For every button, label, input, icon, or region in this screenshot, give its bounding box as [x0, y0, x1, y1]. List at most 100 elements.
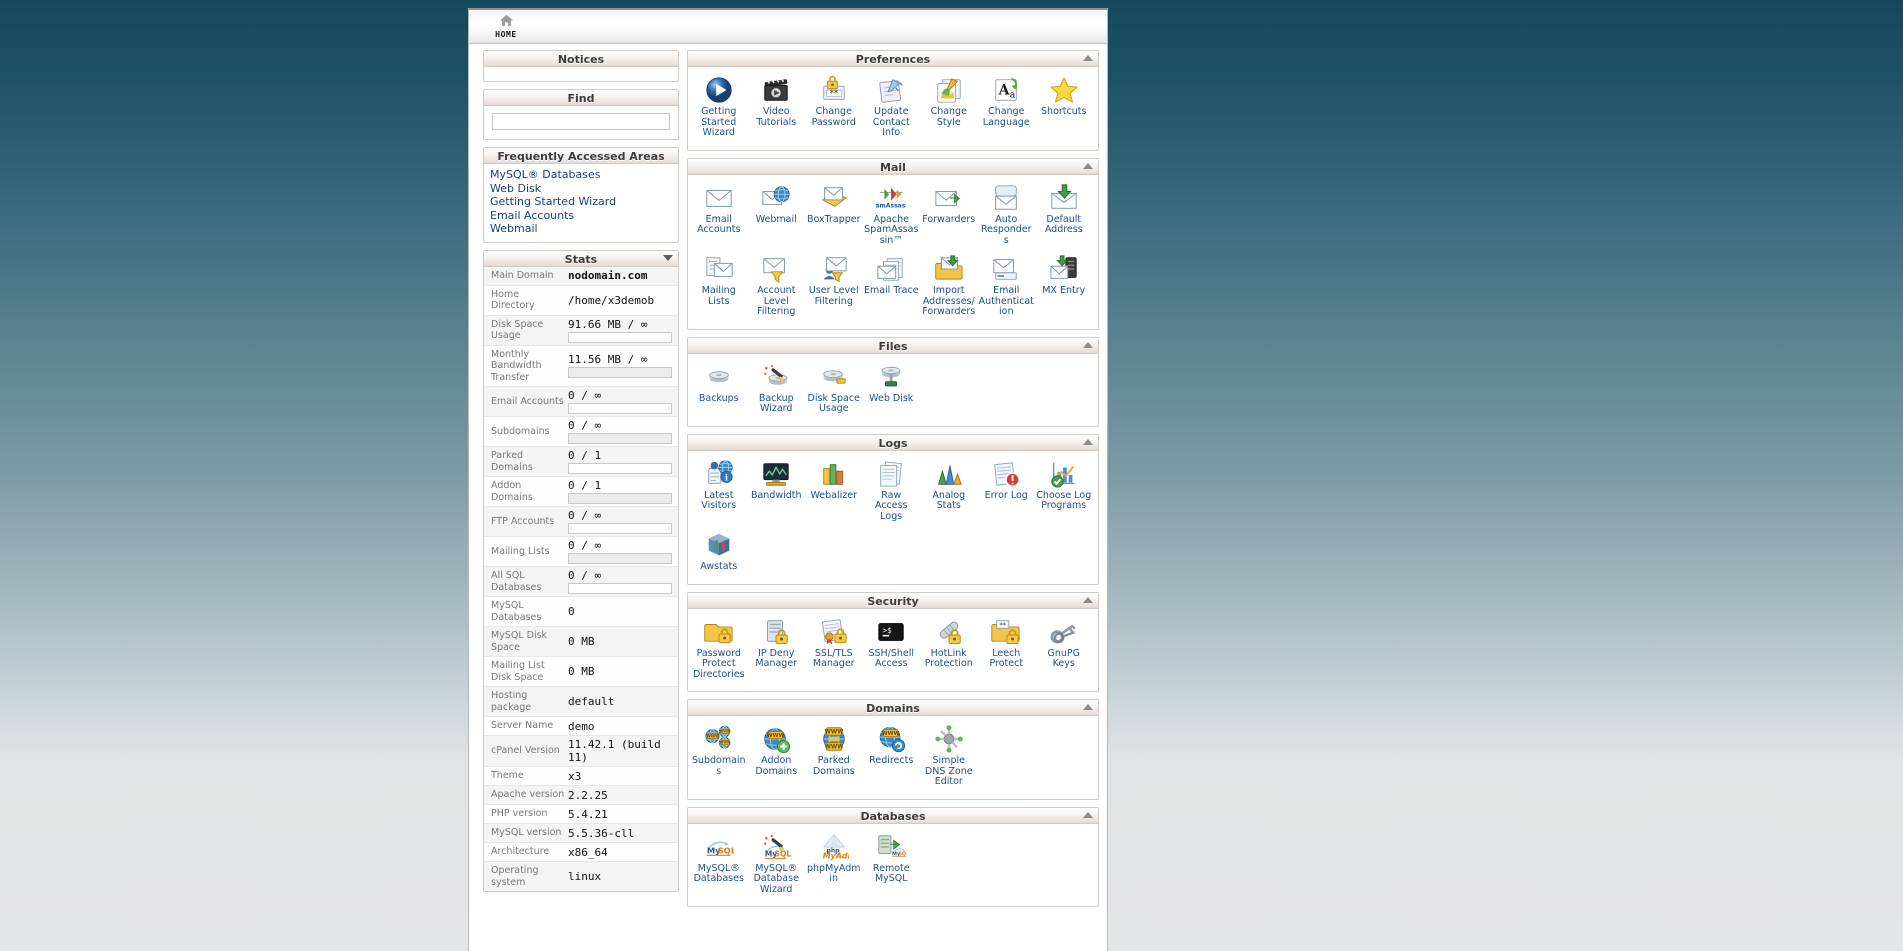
stats-row: Addon Domains 0 / 1	[484, 477, 678, 507]
feature-tile[interactable]: WWW WWW WWW Subdomains	[690, 721, 748, 793]
feature-tile-label: Backups	[698, 392, 739, 404]
feature-tile[interactable]: SpamAssassin Apache SpamAssassin™	[863, 180, 921, 252]
section-collapse-toggle[interactable]	[1083, 341, 1093, 348]
feature-tile[interactable]: Choose Log Programs	[1035, 456, 1093, 528]
document-stack-icon	[864, 459, 920, 489]
stats-collapse-toggle[interactable]	[663, 254, 673, 261]
feature-tile[interactable]: Import Addresses/ Forwarders	[920, 251, 978, 323]
home-button[interactable]: HOME	[479, 13, 533, 39]
document-error-icon	[979, 459, 1035, 489]
feature-tile-label: Webalizer	[810, 489, 858, 501]
svg-text:WWW: WWW	[767, 733, 785, 739]
main-content: Preferences Getting Started Wizard Video T…	[687, 50, 1099, 914]
feature-tile[interactable]: Analog Stats	[920, 456, 978, 528]
feature-tile-label: Awstats	[700, 561, 738, 572]
globe-envelope-icon	[749, 183, 805, 213]
feature-tile[interactable]: BoxTrapper	[805, 180, 863, 252]
feature-tile[interactable]: Awstats	[690, 527, 748, 578]
feature-tile[interactable]: Default Address	[1035, 180, 1093, 252]
feature-tile[interactable]: Aa Change Language	[978, 72, 1036, 144]
feature-tile[interactable]: Email Trace	[863, 251, 921, 323]
feature-tile-label: Analog Stats	[932, 489, 966, 511]
globe-redirect-icon: WWW	[864, 724, 920, 754]
feature-tile[interactable]: Error Log	[978, 456, 1036, 528]
stats-row: Hosting package default	[484, 687, 678, 717]
frequent-link[interactable]: Email Accounts	[490, 209, 672, 223]
feature-tile[interactable]: phpMyAdminphpMyAdmin	[805, 829, 863, 901]
feature-tile[interactable]: Simple DNS Zone Editor	[920, 721, 978, 793]
feature-tile[interactable]: Raw Access Logs	[863, 456, 921, 528]
feature-tile[interactable]: MX Entry	[1035, 251, 1093, 323]
section-header: Logs	[688, 434, 1098, 451]
feature-tile[interactable]: Account Level Filtering	[748, 251, 806, 323]
feature-tile[interactable]: WWW WWW Parked Domains	[805, 721, 863, 793]
section-collapse-toggle[interactable]	[1083, 811, 1093, 818]
feature-tile[interactable]: MySQLRemote MySQL	[863, 829, 921, 901]
feature-tile[interactable]: Password Protect Directories	[690, 614, 748, 686]
feature-tile[interactable]: >$ SSH/Shell Access	[863, 614, 921, 686]
section-collapse-toggle[interactable]	[1083, 55, 1093, 61]
stats-row: Home Directory/home/x3demob	[484, 285, 678, 316]
feature-tile-label: Default Address	[1044, 213, 1083, 235]
section-collapse-toggle[interactable]	[1083, 162, 1093, 169]
section-collapse-toggle[interactable]	[1083, 704, 1093, 710]
feature-tile[interactable]: Webalizer	[805, 456, 863, 528]
feature-tile[interactable]: Getting Started Wizard	[690, 72, 748, 144]
feature-tile[interactable]: Backups	[690, 359, 748, 420]
svg-text:WWW: WWW	[720, 741, 731, 745]
feature-tile[interactable]: My SQL MySQL® Database Wizard	[748, 829, 806, 901]
feature-tile[interactable]: SSL/TLS Manager	[805, 614, 863, 686]
feature-tile-label: Import Addresses/ Forwarders	[922, 285, 976, 317]
frequent-link[interactable]: Getting Started Wizard	[490, 195, 672, 209]
feature-tile[interactable]: HotLink Protection	[920, 614, 978, 686]
frequent-link[interactable]: Webmail	[490, 222, 672, 236]
feature-tile[interactable]: Disk Space Usage	[805, 359, 863, 420]
feature-tile[interactable]: Change Style	[920, 72, 978, 144]
feature-tile[interactable]: WWW Redirects	[863, 721, 921, 793]
find-input[interactable]	[492, 113, 670, 130]
stats-value-text: 11.42.1 (build 11)	[568, 738, 661, 764]
frequent-link[interactable]: Web Disk	[490, 182, 672, 196]
stats-usage-bar	[568, 433, 672, 444]
feature-tile[interactable]: Email Authentication	[978, 251, 1036, 323]
feature-tile-label: GnuPG Keys	[1047, 647, 1081, 669]
stats-row-value: 2.2.25	[568, 787, 678, 804]
feature-tile[interactable]: 1 Mailing Lists	[690, 251, 748, 323]
stats-row: Mailing List Disk Space 0 MB	[484, 657, 678, 687]
feature-tile[interactable]: MySQLMySQL® Databases	[690, 829, 748, 901]
icon-grid: i Latest Visitors Bandwidth Webalizer Raw Ac…	[688, 451, 1098, 584]
feature-tile[interactable]: Forwarders	[920, 180, 978, 252]
stats-value-text: 0 MB	[568, 635, 595, 648]
section-collapse-toggle[interactable]	[1083, 596, 1093, 603]
feature-tile[interactable]: Bandwidth	[748, 456, 806, 528]
feature-tile[interactable]: WWW Addon Domains	[748, 721, 806, 793]
feature-tile[interactable]: ** Change Password	[805, 72, 863, 144]
feature-tile[interactable]: Backup Wizard	[748, 359, 806, 420]
feature-tile-label: SSH/Shell Access	[868, 647, 915, 669]
feature-tile[interactable]: Web Disk	[863, 359, 921, 420]
feature-tile-label: Backup Wizard	[758, 392, 794, 414]
feature-tile[interactable]: Webmail	[748, 180, 806, 252]
frequently-accessed-header: Frequently Accessed Areas	[484, 148, 678, 164]
feature-tile[interactable]: Video Tutorials	[748, 72, 806, 144]
section-collapse-toggle[interactable]	[1083, 438, 1093, 445]
feature-tile[interactable]: IP Deny Manager	[748, 614, 806, 686]
stats-row-value: x86_64	[568, 844, 678, 861]
stats-row: PHP version 5.4.21	[484, 805, 678, 824]
stats-value-text: 0 / 1	[568, 479, 602, 492]
feature-tile[interactable]: Auto Responders	[978, 180, 1036, 252]
section-header: Mail	[688, 158, 1098, 175]
stats-value-text: 0 / ∞	[568, 569, 602, 582]
stats-value-text: nodomain.com	[568, 269, 648, 282]
feature-tile[interactable]: ** Leech Protect	[978, 614, 1036, 686]
feature-tile[interactable]: Shortcuts	[1035, 72, 1093, 144]
feature-tile[interactable]: User Level Filtering	[805, 251, 863, 323]
feature-tile[interactable]: GnuPG Keys	[1035, 614, 1093, 686]
feature-tile[interactable]: Update Contact Info	[863, 72, 921, 144]
frequent-link[interactable]: MySQL® Databases	[490, 168, 672, 182]
stats-row-label: Theme	[491, 770, 524, 782]
feature-tile[interactable]: i Latest Visitors	[690, 456, 748, 528]
stats-value-text: 5.4.21	[568, 807, 608, 821]
feature-tile[interactable]: Email Accounts	[690, 180, 748, 252]
feature-tile-label: Subdomains	[691, 755, 746, 777]
